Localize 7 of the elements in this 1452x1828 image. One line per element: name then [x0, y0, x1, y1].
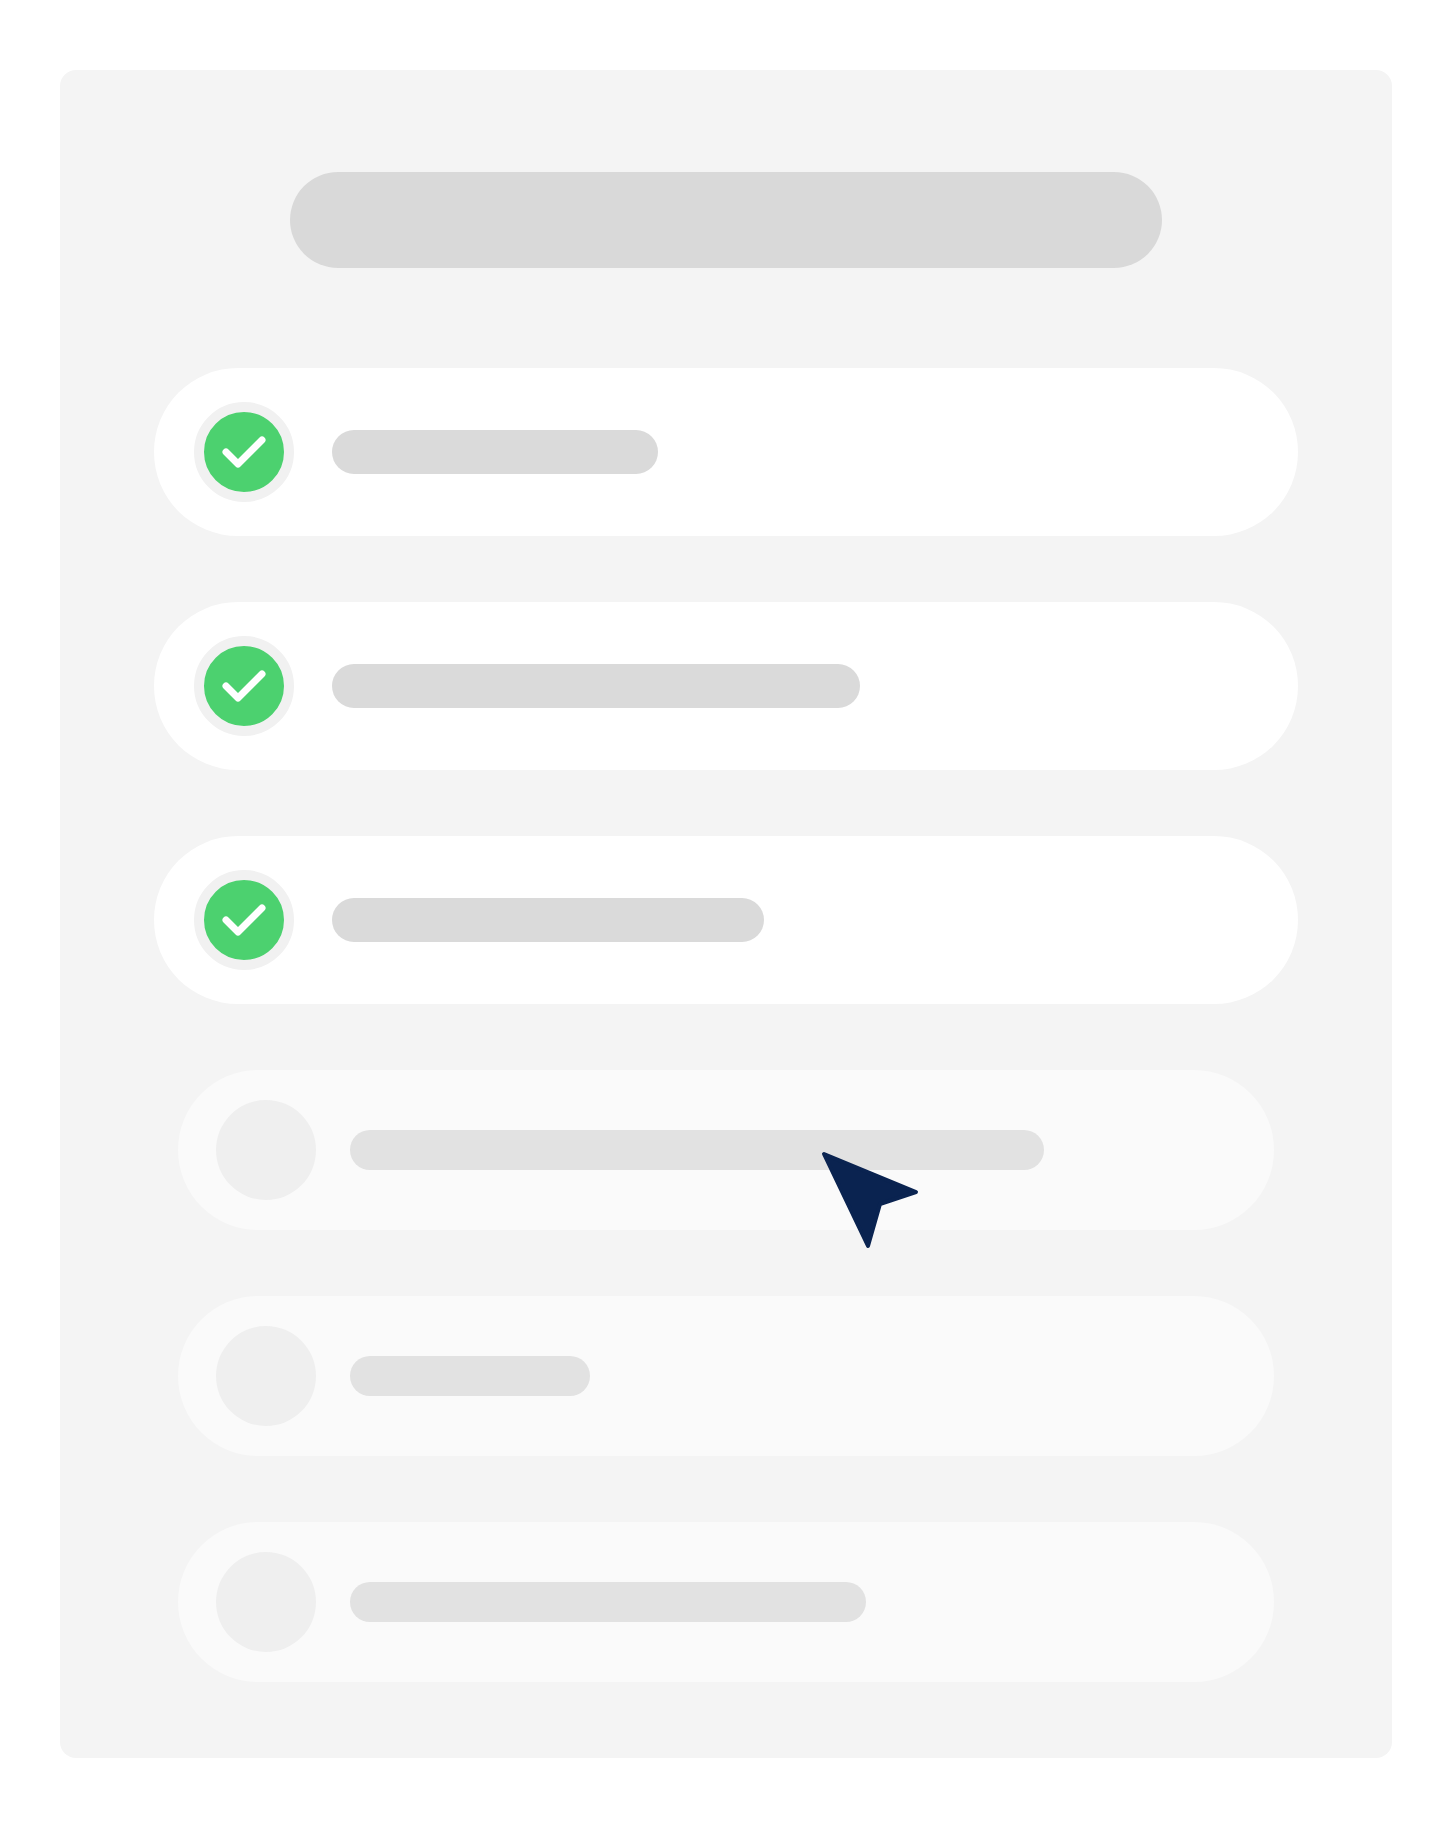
checkbox[interactable] [194, 402, 294, 502]
checkmark-icon [222, 670, 266, 702]
checkmark-icon [222, 436, 266, 468]
checkbox[interactable] [194, 636, 294, 736]
checkmark-icon [222, 904, 266, 936]
checkbox[interactable] [194, 870, 294, 970]
cursor-icon [820, 1150, 920, 1250]
